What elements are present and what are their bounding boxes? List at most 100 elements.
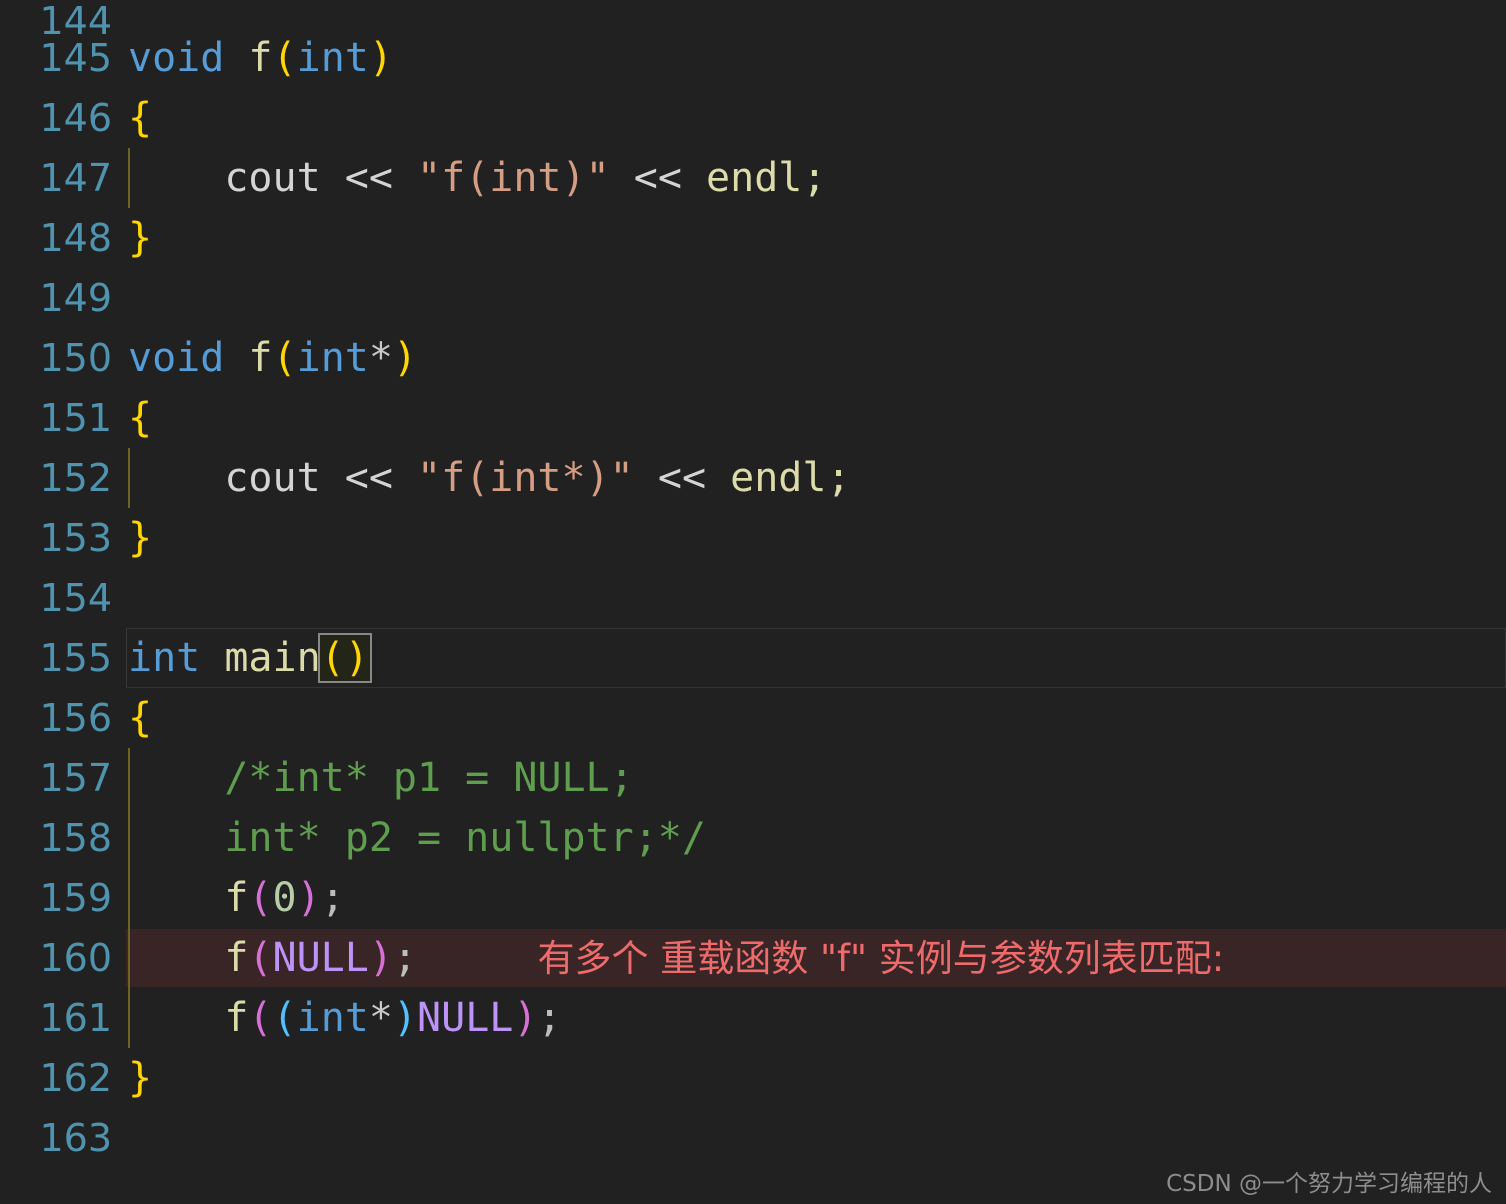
- code-line-156[interactable]: 156 {: [0, 688, 1506, 748]
- line-content[interactable]: f((int*)NULL);: [112, 988, 1506, 1048]
- code-line-158[interactable]: 158 int* p2 = nullptr;*/: [0, 808, 1506, 868]
- line-number: 151: [39, 396, 112, 440]
- token-lparen: (: [248, 995, 273, 1041]
- watermark: CSDN @一个努力学习编程的人: [1166, 1171, 1492, 1197]
- token-rbrace: }: [128, 515, 153, 561]
- token-macro-null: NULL: [417, 995, 514, 1041]
- line-content[interactable]: [112, 1108, 1506, 1168]
- line-content[interactable]: f(NULL); 有多个 重载函数 "f" 实例与参数列表匹配:: [112, 928, 1506, 988]
- code-line-145[interactable]: 145 void f(int): [0, 28, 1506, 88]
- token-shift-left: <<: [633, 155, 682, 201]
- token-number: 0: [272, 875, 297, 921]
- token-keyword-void: void: [128, 35, 225, 81]
- line-content[interactable]: void f(int*): [112, 328, 1506, 388]
- line-number: 146: [39, 96, 112, 140]
- code-line-146[interactable]: 146 {: [0, 88, 1506, 148]
- code-line-155[interactable]: 155 int main(): [0, 628, 1506, 688]
- code-line-163[interactable]: 163: [0, 1108, 1506, 1168]
- token-rparen: ): [513, 995, 538, 1041]
- code-line-152[interactable]: 152 cout << "f(int*)" << endl;: [0, 448, 1506, 508]
- code-line-160[interactable]: 160 f(NULL); 有多个 重载函数 "f" 实例与参数列表匹配:: [0, 928, 1506, 988]
- token-lparen: (: [320, 635, 345, 681]
- line-number: 157: [39, 756, 112, 800]
- code-line-150[interactable]: 150 void f(int*): [0, 328, 1506, 388]
- token-lbrace: {: [128, 395, 153, 441]
- token-keyword-int: int: [296, 995, 369, 1041]
- line-content[interactable]: int* p2 = nullptr;*/: [112, 808, 1506, 868]
- line-content[interactable]: {: [112, 688, 1506, 748]
- line-number: 154: [39, 576, 112, 620]
- token-lbrace: {: [128, 695, 153, 741]
- line-content[interactable]: }: [112, 208, 1506, 268]
- line-number: 160: [39, 936, 112, 980]
- line-number: 152: [39, 456, 112, 500]
- code-line-151[interactable]: 151 {: [0, 388, 1506, 448]
- code-line-161[interactable]: 161 f((int*)NULL);: [0, 988, 1506, 1048]
- line-content[interactable]: int main(): [112, 628, 1506, 688]
- token-lparen: (: [272, 35, 297, 81]
- line-number: 156: [39, 696, 112, 740]
- token-lparen: (: [248, 875, 273, 921]
- error-message: 有多个 重载函数 "f" 实例与参数列表匹配:: [537, 937, 1225, 980]
- line-content[interactable]: void f(int): [112, 28, 1506, 88]
- token-comment: /*int* p1 = NULL;: [224, 755, 634, 801]
- bracket-match-highlight: (): [317, 633, 372, 683]
- token-star: *: [368, 335, 393, 381]
- line-content[interactable]: [112, 0, 1506, 28]
- token-keyword-int: int: [296, 35, 369, 81]
- code-line-162[interactable]: 162 }: [0, 1048, 1506, 1108]
- line-number: 147: [39, 156, 112, 200]
- token-endl: endl: [730, 455, 827, 501]
- line-number: 162: [39, 1056, 112, 1100]
- token-string: "f(int)": [417, 155, 610, 201]
- token-semicolon: ;: [537, 995, 562, 1041]
- code-line-148[interactable]: 148 }: [0, 208, 1506, 268]
- token-lparen: (: [272, 335, 297, 381]
- code-editor[interactable]: 144 145 void f(int) 146 { 147 cout << "f…: [0, 0, 1506, 1204]
- line-content[interactable]: [112, 268, 1506, 328]
- line-content[interactable]: }: [112, 1048, 1506, 1108]
- token-rbrace: }: [128, 215, 153, 261]
- line-content[interactable]: {: [112, 388, 1506, 448]
- line-number: 153: [39, 516, 112, 560]
- token-semicolon: ;: [802, 155, 827, 201]
- line-content[interactable]: cout << "f(int)" << endl;: [112, 148, 1506, 208]
- token-shift-left: <<: [344, 155, 393, 201]
- line-number: 163: [39, 1116, 112, 1160]
- line-content[interactable]: {: [112, 88, 1506, 148]
- line-content[interactable]: cout << "f(int*)" << endl;: [112, 448, 1506, 508]
- line-number: 149: [39, 276, 112, 320]
- token-keyword-int: int: [296, 335, 369, 381]
- code-line-147[interactable]: 147 cout << "f(int)" << endl;: [0, 148, 1506, 208]
- line-number: 159: [39, 876, 112, 920]
- token-comment: int* p2 = nullptr;*/: [224, 815, 706, 861]
- token-semicolon: ;: [320, 875, 345, 921]
- code-line-159[interactable]: 159 f(0);: [0, 868, 1506, 928]
- line-number: 155: [39, 636, 112, 680]
- token-rbrace: }: [128, 1055, 153, 1101]
- token-function-f: f: [248, 335, 273, 381]
- code-line-153[interactable]: 153 }: [0, 508, 1506, 568]
- token-lparen-cast: (: [272, 995, 297, 1041]
- token-cout: cout: [224, 455, 321, 501]
- code-line-154[interactable]: 154: [0, 568, 1506, 628]
- token-rparen: ): [296, 875, 321, 921]
- code-line-149[interactable]: 149: [0, 268, 1506, 328]
- token-shift-left: <<: [344, 455, 393, 501]
- token-rparen: ): [344, 635, 369, 681]
- token-cout: cout: [224, 155, 321, 201]
- code-line-144[interactable]: 144: [0, 0, 1506, 40]
- token-rparen-cast: ): [392, 995, 418, 1041]
- line-number: 158: [39, 816, 112, 860]
- token-string: "f(int*)": [417, 455, 634, 501]
- token-star: *: [368, 995, 393, 1041]
- code-line-157[interactable]: 157 /*int* p1 = NULL;: [0, 748, 1506, 808]
- line-content[interactable]: f(0);: [112, 868, 1506, 928]
- line-content[interactable]: /*int* p1 = NULL;: [112, 748, 1506, 808]
- line-content[interactable]: [112, 568, 1506, 628]
- line-content[interactable]: }: [112, 508, 1506, 568]
- line-number: 148: [39, 216, 112, 260]
- token-rparen: ): [368, 35, 393, 81]
- line-number: 145: [39, 36, 112, 80]
- token-lbrace: {: [128, 95, 153, 141]
